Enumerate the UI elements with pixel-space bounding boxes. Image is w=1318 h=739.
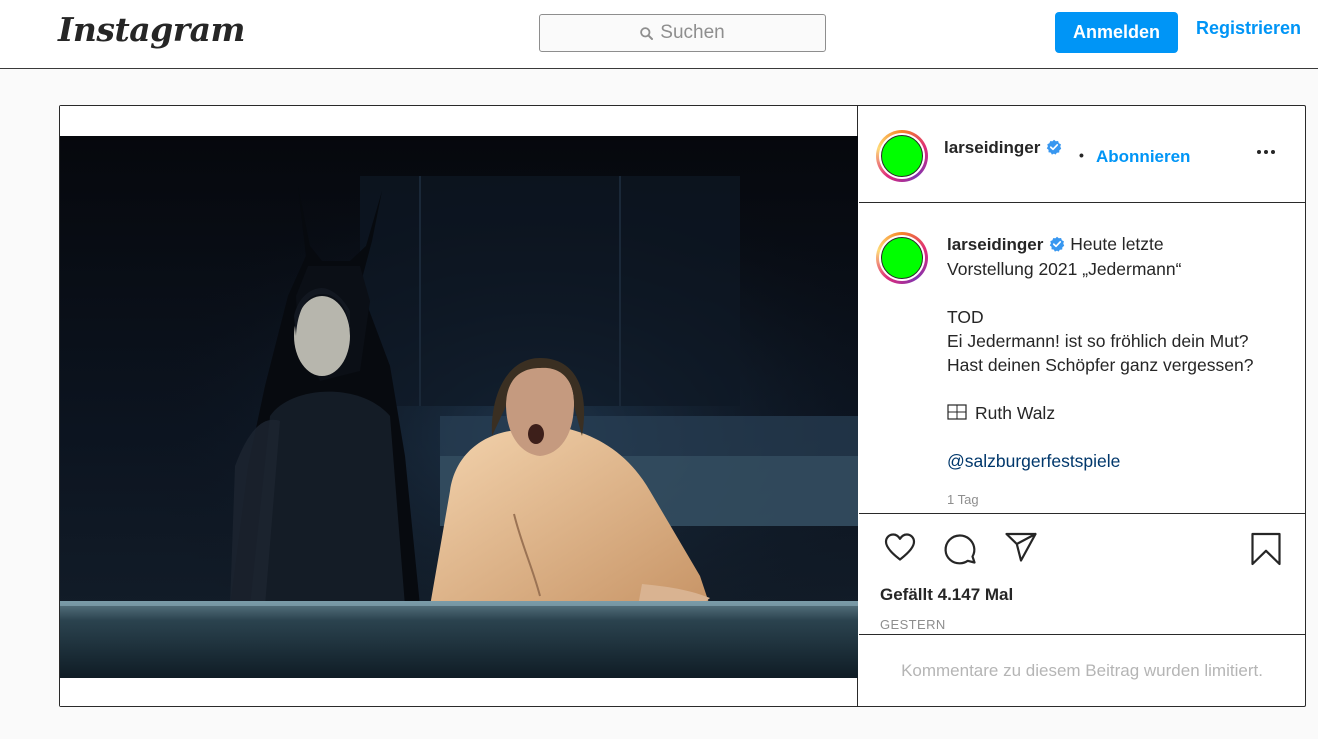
- caption-verified-badge-icon: [1049, 236, 1065, 252]
- verified-badge-icon: [1046, 139, 1062, 155]
- login-button[interactable]: Anmelden: [1055, 12, 1178, 53]
- photo-credit: Ruth Walz: [975, 403, 1056, 423]
- likes-count[interactable]: Gefällt 4.147 Mal: [880, 585, 1013, 605]
- register-link[interactable]: Registrieren: [1196, 18, 1301, 39]
- post-header: larseidinger • Abonnieren: [859, 106, 1305, 203]
- caption-avatar-image: [881, 237, 923, 279]
- post-date[interactable]: GESTERN: [880, 617, 946, 632]
- caption-username[interactable]: larseidinger: [947, 235, 1043, 254]
- post-media: [60, 106, 858, 706]
- caption-text: larseidinger Heute letzte Vorstellung 20…: [947, 232, 1287, 473]
- post-caption: larseidinger Heute letzte Vorstellung 20…: [859, 204, 1305, 514]
- follow-button[interactable]: Abonnieren: [1096, 147, 1190, 167]
- send-icon[interactable]: [1004, 531, 1038, 563]
- post-sidebar: larseidinger • Abonnieren larseidinger H…: [859, 106, 1305, 706]
- search-placeholder: Suchen: [660, 22, 725, 43]
- caption-line-2: Vorstellung 2021 „Jedermann“: [947, 259, 1182, 279]
- caption-time-ago[interactable]: 1 Tag: [947, 492, 979, 507]
- comment-icon[interactable]: [943, 531, 977, 565]
- caption-tod: TOD: [947, 307, 984, 327]
- caption-quote-2: Hast deinen Schöpfer ganz vergessen?: [947, 355, 1254, 375]
- user-avatar[interactable]: [876, 130, 928, 182]
- header-username[interactable]: larseidinger: [944, 138, 1040, 157]
- caption-line-1: Heute letzte: [1070, 234, 1164, 254]
- instagram-logo[interactable]: Instagram: [58, 10, 245, 49]
- heart-icon[interactable]: [883, 531, 917, 563]
- camera-emoji-icon: [947, 404, 967, 420]
- post-photo[interactable]: [60, 136, 858, 678]
- comments-limited-notice: Kommentare zu diesem Beitrag wurden limi…: [901, 661, 1263, 680]
- post-actions: Gefällt 4.147 Mal GESTERN: [859, 515, 1305, 635]
- caption-quote-1: Ei Jedermann! ist so fröhlich dein Mut?: [947, 331, 1249, 351]
- top-navigation: Instagram Suchen Anmelden Registrieren: [0, 0, 1318, 69]
- caption-avatar[interactable]: [876, 232, 928, 284]
- avatar-image: [881, 135, 923, 177]
- search-input[interactable]: Suchen: [539, 14, 826, 52]
- bookmark-icon[interactable]: [1250, 532, 1282, 566]
- mention-link[interactable]: @salzburgerfestspiele: [947, 449, 1287, 473]
- more-options-icon[interactable]: [1257, 150, 1275, 154]
- search-icon: [640, 26, 654, 40]
- header-separator: •: [1079, 147, 1084, 163]
- post-card: larseidinger • Abonnieren larseidinger H…: [59, 105, 1306, 707]
